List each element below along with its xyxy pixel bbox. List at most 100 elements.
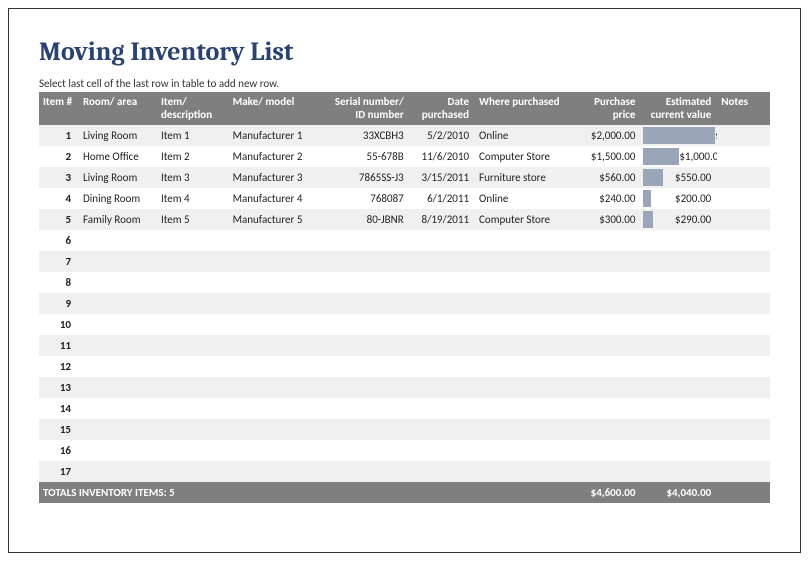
cell-ecv[interactable] (641, 314, 717, 335)
cell-price[interactable]: $560.00 (572, 167, 642, 188)
table-row[interactable]: 7 (39, 251, 770, 272)
cell-where[interactable] (475, 335, 572, 356)
cell-make[interactable] (229, 251, 324, 272)
cell-where[interactable] (475, 398, 572, 419)
cell-notes[interactable] (717, 209, 770, 230)
cell-ecv[interactable] (641, 377, 717, 398)
cell-serial[interactable] (323, 251, 409, 272)
cell-room[interactable] (79, 230, 157, 251)
cell-make[interactable] (229, 377, 324, 398)
cell-notes[interactable] (717, 293, 770, 314)
cell-ecv[interactable] (641, 293, 717, 314)
cell-notes[interactable] (717, 230, 770, 251)
cell-date[interactable] (410, 230, 475, 251)
cell-serial[interactable]: 768087 (323, 188, 409, 209)
cell-where[interactable] (475, 272, 572, 293)
cell-where[interactable] (475, 230, 572, 251)
table-row[interactable]: 4Dining RoomItem 4Manufacturer 47680876/… (39, 188, 770, 209)
table-row[interactable]: 3Living RoomItem 3Manufacturer 37865SS-J… (39, 167, 770, 188)
table-row[interactable]: 1Living RoomItem 1Manufacturer 133XCBH35… (39, 125, 770, 146)
cell-room[interactable]: Living Room (79, 125, 157, 146)
cell-where[interactable] (475, 377, 572, 398)
cell-room[interactable] (79, 356, 157, 377)
cell-room[interactable]: Family Room (79, 209, 157, 230)
cell-serial[interactable] (323, 419, 409, 440)
cell-item-no[interactable]: 8 (39, 272, 79, 293)
cell-date[interactable]: 8/19/2011 (410, 209, 475, 230)
cell-price[interactable]: $300.00 (572, 209, 642, 230)
cell-ecv[interactable]: $2,000.00 (641, 125, 717, 146)
cell-date[interactable]: 11/6/2010 (410, 146, 475, 167)
cell-item-no[interactable]: 10 (39, 314, 79, 335)
cell-make[interactable]: Manufacturer 1 (229, 125, 324, 146)
cell-price[interactable]: $2,000.00 (572, 125, 642, 146)
cell-ecv[interactable]: $550.00 (641, 167, 717, 188)
table-row[interactable]: 9 (39, 293, 770, 314)
cell-serial[interactable] (323, 377, 409, 398)
cell-item-no[interactable]: 6 (39, 230, 79, 251)
cell-where[interactable]: Online (475, 188, 572, 209)
cell-room[interactable] (79, 293, 157, 314)
cell-date[interactable] (410, 335, 475, 356)
cell-make[interactable] (229, 230, 324, 251)
cell-where[interactable]: Computer Store (475, 209, 572, 230)
cell-price[interactable] (572, 314, 642, 335)
cell-notes[interactable] (717, 335, 770, 356)
cell-notes[interactable] (717, 251, 770, 272)
cell-notes[interactable] (717, 440, 770, 461)
cell-where[interactable] (475, 461, 572, 482)
cell-date[interactable]: 3/15/2011 (410, 167, 475, 188)
cell-where[interactable] (475, 356, 572, 377)
cell-serial[interactable] (323, 335, 409, 356)
cell-ecv[interactable] (641, 440, 717, 461)
cell-date[interactable] (410, 440, 475, 461)
cell-desc[interactable]: Item 5 (157, 209, 229, 230)
cell-desc[interactable]: Item 1 (157, 125, 229, 146)
cell-make[interactable] (229, 293, 324, 314)
cell-price[interactable] (572, 398, 642, 419)
cell-where[interactable] (475, 419, 572, 440)
cell-price[interactable] (572, 272, 642, 293)
cell-date[interactable] (410, 272, 475, 293)
cell-serial[interactable]: 80-JBNR (323, 209, 409, 230)
cell-date[interactable] (410, 419, 475, 440)
cell-desc[interactable] (157, 251, 229, 272)
cell-notes[interactable] (717, 125, 770, 146)
cell-ecv[interactable] (641, 461, 717, 482)
table-row[interactable]: 5Family RoomItem 5Manufacturer 580-JBNR8… (39, 209, 770, 230)
cell-serial[interactable] (323, 293, 409, 314)
cell-room[interactable] (79, 398, 157, 419)
cell-ecv[interactable] (641, 335, 717, 356)
cell-room[interactable]: Living Room (79, 167, 157, 188)
cell-ecv[interactable] (641, 272, 717, 293)
cell-item-no[interactable]: 13 (39, 377, 79, 398)
cell-room[interactable] (79, 314, 157, 335)
table-row[interactable]: 10 (39, 314, 770, 335)
cell-desc[interactable] (157, 419, 229, 440)
cell-where[interactable] (475, 251, 572, 272)
cell-notes[interactable] (717, 167, 770, 188)
cell-make[interactable] (229, 356, 324, 377)
cell-serial[interactable] (323, 314, 409, 335)
cell-desc[interactable] (157, 293, 229, 314)
cell-date[interactable]: 6/1/2011 (410, 188, 475, 209)
cell-serial[interactable] (323, 230, 409, 251)
cell-item-no[interactable]: 4 (39, 188, 79, 209)
cell-make[interactable] (229, 419, 324, 440)
cell-ecv[interactable] (641, 398, 717, 419)
cell-ecv[interactable]: $1,000.00 (641, 146, 717, 167)
table-row[interactable]: 16 (39, 440, 770, 461)
table-row[interactable]: 8 (39, 272, 770, 293)
cell-item-no[interactable]: 7 (39, 251, 79, 272)
cell-room[interactable] (79, 335, 157, 356)
cell-desc[interactable] (157, 272, 229, 293)
cell-room[interactable] (79, 377, 157, 398)
cell-price[interactable] (572, 251, 642, 272)
cell-item-no[interactable]: 16 (39, 440, 79, 461)
cell-notes[interactable] (717, 398, 770, 419)
cell-serial[interactable] (323, 272, 409, 293)
cell-item-no[interactable]: 11 (39, 335, 79, 356)
cell-make[interactable] (229, 440, 324, 461)
cell-room[interactable] (79, 251, 157, 272)
cell-desc[interactable] (157, 314, 229, 335)
